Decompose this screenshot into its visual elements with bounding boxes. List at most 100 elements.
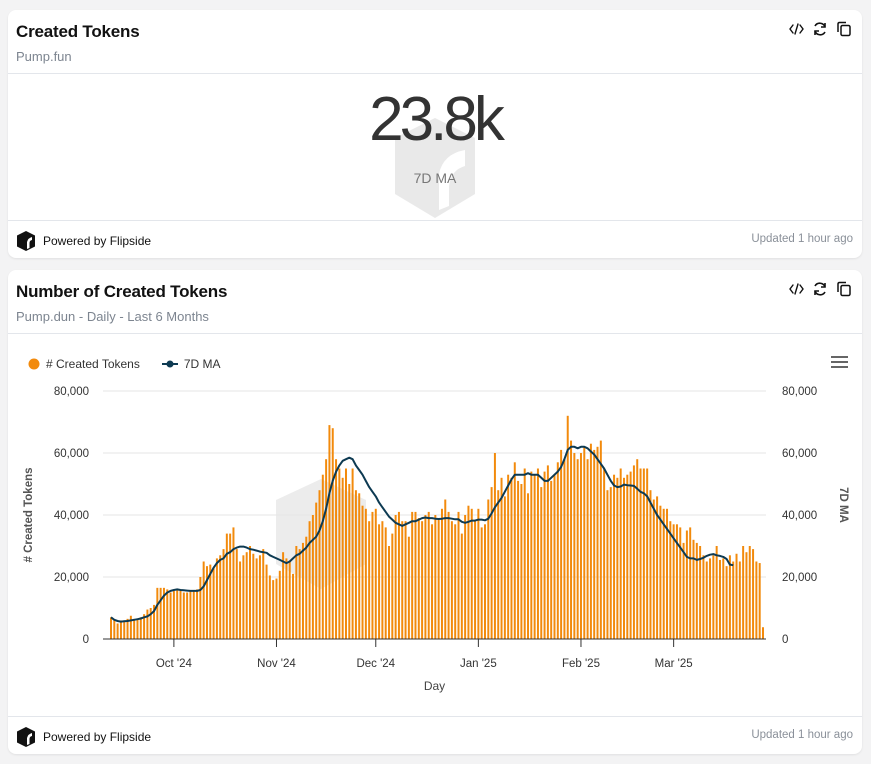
powered-by-link[interactable]: Powered by Flipside: [16, 726, 151, 748]
bar[interactable]: [139, 617, 142, 639]
bar[interactable]: [586, 459, 589, 639]
bar[interactable]: [344, 468, 347, 640]
bar[interactable]: [563, 459, 566, 639]
bar[interactable]: [440, 508, 443, 639]
bar[interactable]: [212, 567, 215, 639]
bar[interactable]: [613, 474, 616, 639]
bar[interactable]: [623, 477, 625, 639]
bar[interactable]: [517, 480, 520, 639]
bar[interactable]: [371, 511, 374, 639]
bar[interactable]: [636, 459, 639, 639]
bar[interactable]: [397, 511, 400, 639]
bar[interactable]: [328, 425, 331, 639]
bar[interactable]: [348, 484, 351, 639]
bar[interactable]: [540, 487, 543, 639]
code-icon[interactable]: [788, 280, 804, 298]
bar[interactable]: [341, 477, 344, 639]
bar[interactable]: [278, 570, 281, 639]
bar[interactable]: [583, 446, 586, 639]
bar[interactable]: [159, 587, 162, 639]
bar[interactable]: [500, 477, 503, 639]
refresh-icon[interactable]: [812, 20, 828, 38]
bar[interactable]: [596, 446, 599, 639]
bar[interactable]: [301, 542, 304, 639]
bar[interactable]: [738, 561, 741, 640]
bar[interactable]: [685, 530, 688, 640]
bar[interactable]: [219, 555, 222, 639]
bar[interactable]: [735, 553, 738, 639]
bar[interactable]: [523, 468, 526, 640]
bar[interactable]: [606, 490, 609, 639]
bar[interactable]: [467, 505, 470, 639]
bar[interactable]: [632, 465, 635, 639]
bar[interactable]: [679, 527, 682, 639]
bar[interactable]: [480, 527, 483, 639]
bar[interactable]: [752, 549, 755, 639]
bar[interactable]: [176, 589, 179, 639]
bar[interactable]: [732, 561, 735, 640]
bar[interactable]: [464, 515, 467, 639]
bar[interactable]: [354, 490, 357, 639]
refresh-icon[interactable]: [812, 280, 828, 298]
bar[interactable]: [609, 487, 612, 639]
bar[interactable]: [242, 555, 245, 639]
bar[interactable]: [672, 524, 675, 639]
bar[interactable]: [119, 620, 122, 639]
bar[interactable]: [374, 508, 377, 639]
bar[interactable]: [487, 499, 490, 640]
bar[interactable]: [202, 561, 205, 640]
bar[interactable]: [129, 615, 132, 639]
bar[interactable]: [229, 533, 232, 639]
bar[interactable]: [411, 511, 414, 639]
bar[interactable]: [169, 592, 172, 640]
bar[interactable]: [401, 521, 404, 639]
bar[interactable]: [748, 546, 751, 639]
bar[interactable]: [434, 515, 437, 639]
bar[interactable]: [579, 453, 582, 639]
bar[interactable]: [510, 477, 513, 639]
bar[interactable]: [321, 474, 324, 639]
bar[interactable]: [113, 620, 116, 639]
bar[interactable]: [262, 549, 265, 639]
bar[interactable]: [239, 561, 242, 640]
bar[interactable]: [305, 536, 308, 639]
bar[interactable]: [662, 508, 665, 639]
bar[interactable]: [272, 580, 275, 639]
bar[interactable]: [308, 521, 311, 639]
bar[interactable]: [493, 453, 496, 639]
bar[interactable]: [186, 592, 189, 640]
bar[interactable]: [258, 555, 261, 639]
bar[interactable]: [285, 558, 288, 639]
bar[interactable]: [361, 505, 364, 639]
bar[interactable]: [265, 564, 268, 639]
bar[interactable]: [292, 573, 295, 639]
bar[interactable]: [378, 524, 381, 639]
bar[interactable]: [477, 508, 480, 639]
bar[interactable]: [616, 477, 619, 639]
bar[interactable]: [110, 617, 112, 639]
bar[interactable]: [417, 518, 420, 639]
bar[interactable]: [295, 546, 298, 639]
bar[interactable]: [315, 502, 318, 639]
bar[interactable]: [116, 623, 119, 640]
bar[interactable]: [692, 539, 695, 639]
bar[interactable]: [718, 559, 721, 639]
bar[interactable]: [599, 440, 602, 639]
bar[interactable]: [725, 566, 728, 639]
bar[interactable]: [338, 468, 341, 640]
bar[interactable]: [368, 521, 371, 639]
bar[interactable]: [507, 474, 510, 639]
bar[interactable]: [146, 609, 149, 639]
bar[interactable]: [457, 511, 460, 639]
bar[interactable]: [255, 558, 258, 639]
bar[interactable]: [252, 553, 255, 639]
bar[interactable]: [421, 521, 424, 639]
bar[interactable]: [232, 527, 235, 639]
bar[interactable]: [576, 459, 579, 639]
bar[interactable]: [156, 587, 159, 639]
bar[interactable]: [626, 474, 629, 639]
bar[interactable]: [189, 590, 192, 639]
bar[interactable]: [394, 515, 397, 639]
bar[interactable]: [593, 449, 596, 639]
bar[interactable]: [556, 462, 559, 639]
